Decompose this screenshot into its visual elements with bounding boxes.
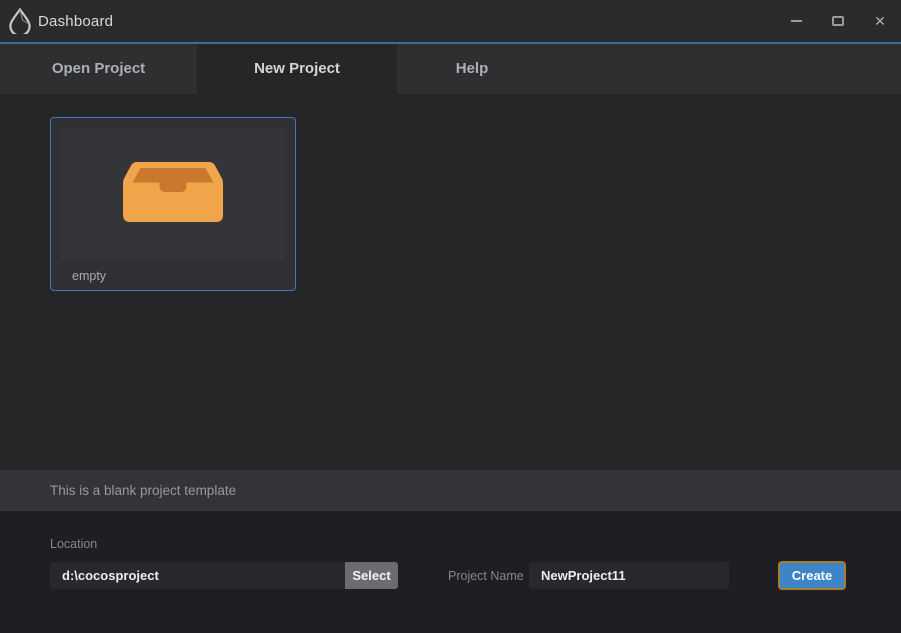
template-name: empty <box>72 268 107 283</box>
inbox-tray-icon <box>123 162 223 227</box>
location-label: Location <box>50 537 98 551</box>
tab-help[interactable]: Help <box>397 44 547 94</box>
template-list: empty <box>0 94 901 470</box>
tab-new-project[interactable]: New Project <box>197 44 397 94</box>
tab-open-project[interactable]: Open Project <box>0 44 197 94</box>
template-card-empty[interactable]: empty <box>50 117 296 291</box>
maximize-button[interactable] <box>817 5 859 37</box>
close-button[interactable]: ✕ <box>859 5 901 37</box>
minimize-button[interactable] <box>775 5 817 37</box>
template-thumbnail <box>61 128 285 261</box>
statusbar: This is a blank project template <box>0 470 901 511</box>
cocos-logo-icon <box>8 7 32 35</box>
create-button[interactable]: Create <box>778 561 846 590</box>
tabbar: Open Project New Project Help <box>0 44 901 94</box>
project-name-input[interactable] <box>529 562 729 589</box>
select-folder-button[interactable]: Select <box>345 562 398 589</box>
maximize-icon <box>832 16 844 26</box>
minimize-icon <box>790 20 802 22</box>
project-name-label: Project Name <box>448 569 524 583</box>
titlebar: Dashboard ✕ <box>0 0 901 42</box>
footer-panel: Location Select Project Name Create <box>0 511 901 633</box>
location-input[interactable] <box>50 562 345 589</box>
template-description: This is a blank project template <box>50 483 237 498</box>
window-controls: ✕ <box>775 0 901 42</box>
window-title: Dashboard <box>38 12 114 30</box>
close-icon: ✕ <box>874 13 886 29</box>
